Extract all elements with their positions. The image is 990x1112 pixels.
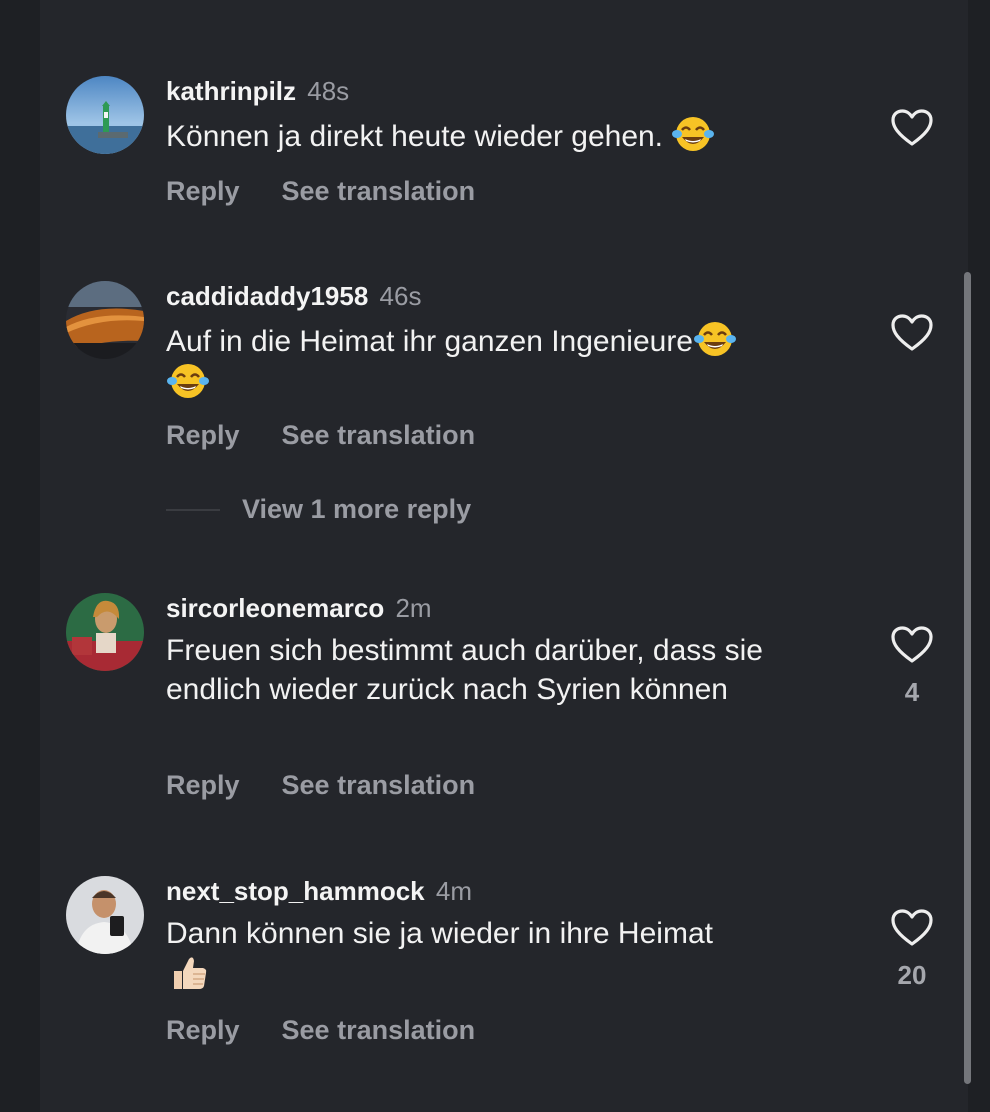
avatar-lighthouse-image [66,76,144,154]
like-count: 20 [897,960,927,990]
avatar-car-image [66,281,144,359]
reply-button[interactable]: Reply [166,176,240,207]
thumbs-up-emoji-icon [166,953,210,993]
comment-username[interactable]: sircorleonemarco [166,593,384,623]
comment-text: Können ja direkt heute wieder gehen. [166,114,846,156]
avatar[interactable] [66,281,144,359]
avatar-person-image [66,593,144,671]
comment-timestamp: 48s [307,76,350,106]
view-more-replies[interactable]: View 1 more reply [166,494,471,534]
avatar[interactable] [66,76,144,154]
comment-body: Freuen sich bestimmt auch darüber, dass … [166,634,763,706]
heart-icon[interactable] [890,108,934,148]
reply-button[interactable]: Reply [166,770,240,801]
see-translation-button[interactable]: See translation [282,420,476,451]
comment-username[interactable]: caddidaddy1958 [166,281,368,311]
tears-of-joy-emoji-icon [693,319,737,359]
avatar[interactable] [66,876,144,954]
comment-timestamp: 46s [379,281,422,311]
see-translation-button[interactable]: See translation [282,770,476,801]
comments-screen: kathrinpilz 48s Können ja direkt heute w… [0,0,990,1112]
scrollbar[interactable] [964,272,971,1084]
view-more-replies-label[interactable]: View 1 more reply [242,494,471,524]
heart-icon[interactable] [890,313,934,353]
reply-thread-divider [166,508,220,511]
heart-icon[interactable] [890,908,934,948]
comment-text: Freuen sich bestimmt auch darüber, dass … [166,631,846,709]
reply-button[interactable]: Reply [166,1015,240,1046]
like-count: 4 [904,677,920,707]
tears-of-joy-emoji-icon [671,114,715,154]
comment-text: Dann können sie ja wieder in ihre Heimat [166,914,846,995]
comment-body: Auf in die Heimat ihr ganzen Ingenieure [166,325,693,358]
reply-button[interactable]: Reply [166,420,240,451]
comment-body: Dann können sie ja wieder in ihre Heimat [166,917,713,950]
comment-timestamp: 4m [435,876,473,906]
screen-edge-right [968,0,990,1112]
comment-body: Können ja direkt heute wieder gehen. [166,120,664,153]
see-translation-button[interactable]: See translation [282,1015,476,1046]
tears-of-joy-emoji-icon [166,361,210,401]
avatar[interactable] [66,593,144,671]
comment-username[interactable]: next_stop_hammock [166,876,425,906]
see-translation-button[interactable]: See translation [282,176,476,207]
comment-username[interactable]: kathrinpilz [166,76,296,106]
comment-text: Auf in die Heimat ihr ganzen Ingenieure [166,319,846,403]
avatar-person-image [66,876,144,954]
screen-edge-left [0,0,40,1112]
comment-timestamp: 2m [395,593,432,623]
heart-icon[interactable] [890,625,934,665]
